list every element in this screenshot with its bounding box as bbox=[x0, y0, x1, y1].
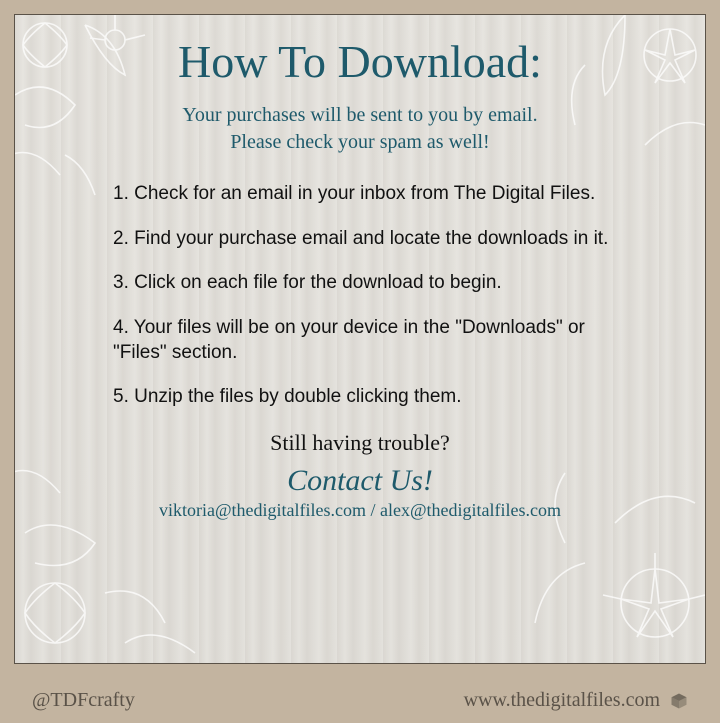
step-item: 5. Unzip the files by double clicking th… bbox=[113, 385, 615, 410]
website-link[interactable]: www.thedigitalfiles.com bbox=[464, 689, 688, 712]
steps-list: 1. Check for an email in your inbox from… bbox=[85, 182, 635, 410]
url-text: www.thedigitalfiles.com bbox=[464, 689, 660, 712]
handle-text: @TDFcrafty bbox=[32, 689, 135, 712]
subtitle-line: Please check your spam as well! bbox=[230, 131, 489, 153]
box-icon bbox=[670, 692, 688, 710]
step-item: 4. Your files will be on your device in … bbox=[113, 316, 615, 365]
trouble-text: Still having trouble? bbox=[85, 430, 635, 456]
instruction-card: How To Download: Your purchases will be … bbox=[14, 14, 706, 664]
content-area: How To Download: Your purchases will be … bbox=[15, 15, 705, 521]
subtitle-line: Your purchases will be sent to you by em… bbox=[182, 104, 537, 126]
footer-bar: @TDFcrafty www.thedigitalfiles.com bbox=[14, 678, 706, 723]
step-item: 2. Find your purchase email and locate t… bbox=[113, 227, 615, 252]
social-handle[interactable]: @TDFcrafty bbox=[32, 689, 135, 712]
subtitle: Your purchases will be sent to you by em… bbox=[85, 102, 635, 156]
contact-emails[interactable]: viktoria@thedigitalfiles.com / alex@thed… bbox=[85, 500, 635, 521]
step-item: 3. Click on each file for the download t… bbox=[113, 271, 615, 296]
step-item: 1. Check for an email in your inbox from… bbox=[113, 182, 615, 207]
contact-heading: Contact Us! bbox=[85, 464, 635, 498]
page-frame: How To Download: Your purchases will be … bbox=[0, 0, 720, 723]
page-title: How To Download: bbox=[85, 35, 635, 88]
